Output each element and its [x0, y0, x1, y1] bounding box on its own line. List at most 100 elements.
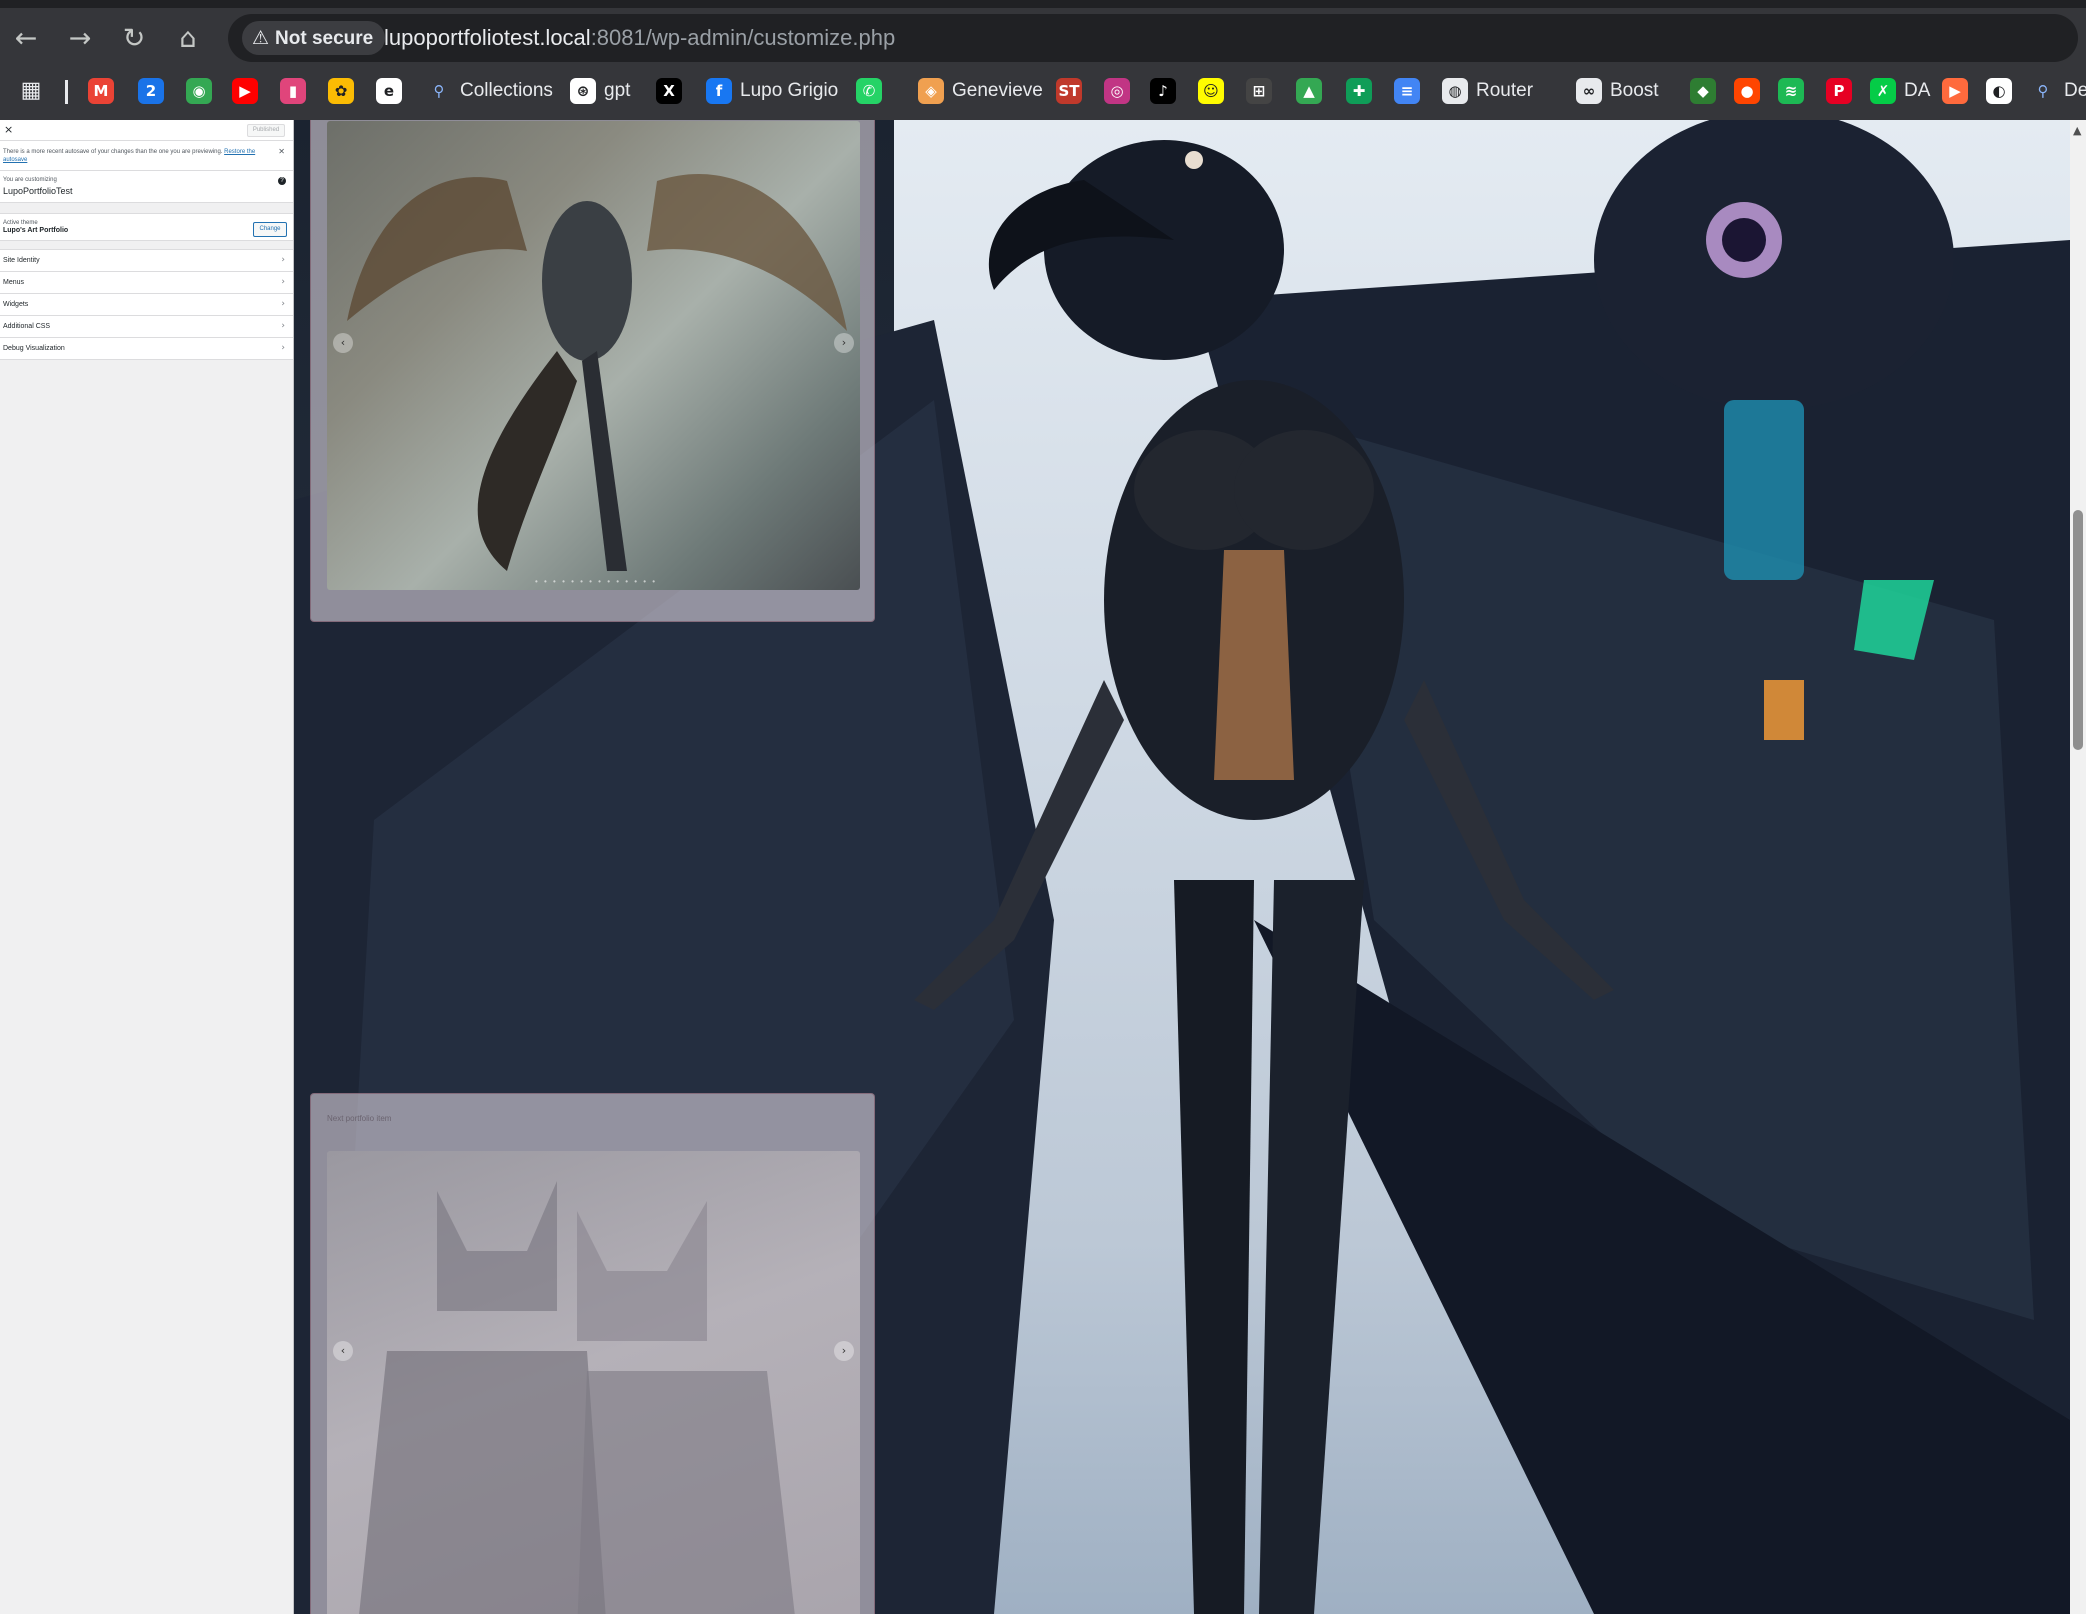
chevron-right-icon: ›	[281, 277, 285, 287]
calendar-icon: 2	[138, 78, 164, 104]
sheets-icon: ✚	[1346, 78, 1372, 104]
photos-icon: ✿	[328, 78, 354, 104]
bookmark-ai[interactable]: ⊞	[1246, 74, 1272, 108]
warning-icon: ⚠	[252, 27, 270, 49]
bookmark-router[interactable]: ◍ Router	[1442, 74, 1533, 108]
bookmark-boost[interactable]: ∞ Boost	[1576, 74, 1659, 108]
help-icon[interactable]: ?	[278, 177, 286, 185]
second-bird-head	[1594, 120, 1954, 410]
back-button[interactable]: ←	[8, 21, 44, 57]
bookmark-collections[interactable]: ⚲ Collections	[426, 74, 553, 108]
bookmark-pinterest[interactable]: P	[1826, 74, 1852, 108]
portfolio-image-cats[interactable]: ‹ ›	[327, 1151, 860, 1614]
bookmark-des[interactable]: ⚲ Des	[2030, 74, 2086, 108]
site-preview[interactable]: ‹ › • • • • • • • • • • • • • • Next por…	[294, 120, 2086, 1614]
portfolio-image-creature[interactable]: ‹ › • • • • • • • • • • • • • •	[327, 121, 860, 590]
bookmark-label: Genevieve	[952, 80, 1043, 101]
bookmark-instagram[interactable]: ◎	[1104, 74, 1130, 108]
dismiss-icon[interactable]: ✕	[278, 148, 285, 156]
preview-scrollbar[interactable]	[2070, 120, 2086, 1614]
cats-artwork	[359, 1181, 795, 1614]
scrollbar-thumb[interactable]	[2073, 510, 2083, 750]
change-theme-button[interactable]: Change	[253, 222, 287, 237]
boost-icon: ∞	[1576, 78, 1602, 104]
next-item-label: Next portfolio item	[327, 1114, 392, 1123]
forward-button[interactable]: →	[62, 21, 98, 57]
bookmark-da[interactable]: ✗ DA	[1870, 74, 1930, 108]
section-additional-css[interactable]: Additional CSS ›	[0, 316, 293, 338]
globe-icon: ◍	[1442, 78, 1468, 104]
theme-name: Lupo's Art Portfolio	[3, 227, 69, 234]
bookmark-snapchat[interactable]: ☺	[1198, 74, 1224, 108]
bookmark-app[interactable]: ▮	[280, 74, 306, 108]
bookmark-label: Router	[1476, 80, 1534, 101]
bookmark-edge[interactable]: e	[376, 74, 402, 108]
url-text[interactable]: lupoportfoliotest.local:8081/wp-admin/cu…	[384, 24, 895, 52]
bookmark-label: Collections	[460, 80, 553, 101]
site-name: LupoPortfolioTest	[3, 186, 73, 196]
creature-tail	[477, 351, 577, 571]
search-icon: ⚲	[433, 82, 445, 100]
spotify-icon: ≋	[1778, 78, 1804, 104]
powerpoint-icon: ▶	[1942, 78, 1968, 104]
section-site-identity[interactable]: Site Identity ›	[0, 250, 293, 272]
section-debug-visualization[interactable]: Debug Visualization ›	[0, 338, 293, 360]
bookmark-maps[interactable]: ◉	[186, 74, 212, 108]
creature-body	[542, 201, 632, 361]
bookmark-photos[interactable]: ✿	[328, 74, 354, 108]
bookmark-gmail[interactable]: M	[88, 74, 114, 108]
prev-arrow-icon-next[interactable]: ‹	[333, 1341, 353, 1361]
section-label: Additional CSS	[3, 323, 51, 330]
section-menus[interactable]: Menus ›	[0, 272, 293, 294]
bookmark-x[interactable]: X	[656, 74, 682, 108]
bookmark-genevieve[interactable]: ◈ Genevieve	[918, 74, 1043, 108]
bookmark-drive[interactable]: ▲	[1296, 74, 1322, 108]
active-theme-panel: Active theme Lupo's Art Portfolio Change	[0, 213, 293, 241]
youtube-icon: ▶	[232, 78, 258, 104]
bookmark-label: Des	[2064, 80, 2086, 101]
bookmark-map[interactable]: ◆	[1690, 74, 1716, 108]
prev-arrow-icon[interactable]: ‹	[333, 333, 353, 353]
bookmark-label: Boost	[1610, 80, 1659, 101]
customizer-header: × Published	[0, 120, 293, 141]
bookmark-whatsapp[interactable]: ✆	[856, 74, 882, 108]
bookmark-label: gpt	[604, 80, 631, 101]
carousel-dots[interactable]: • • • • • • • • • • • • • •	[535, 577, 657, 586]
bookmark-lupo-grigio[interactable]: f Lupo Grigio	[706, 74, 838, 108]
bookmark-calendar[interactable]: 2	[138, 74, 164, 108]
next-arrow-icon-next[interactable]: ›	[834, 1341, 854, 1361]
next-arrow-icon[interactable]: ›	[834, 333, 854, 353]
bookmark-tiktok[interactable]: ♪	[1150, 74, 1176, 108]
right-leg	[1259, 880, 1364, 1614]
close-icon[interactable]: ×	[4, 123, 13, 136]
bookmark-youtube[interactable]: ▶	[232, 74, 258, 108]
raven-eye	[1185, 151, 1203, 169]
publish-button[interactable]: Published	[247, 124, 285, 137]
home-button[interactable]: ⌂	[170, 21, 206, 57]
bookmark-gpt[interactable]: ⊛ gpt	[570, 74, 630, 108]
portfolio-card-current: ‹ › • • • • • • • • • • • • • •	[310, 120, 875, 622]
section-widgets[interactable]: Widgets ›	[0, 294, 293, 316]
address-bar[interactable]: ⚠ Not secure lupoportfoliotest.local:8081…	[228, 14, 2078, 62]
autosave-text: There is a more recent autosave of your …	[3, 149, 223, 155]
bookmark-docs[interactable]: ≡	[1394, 74, 1420, 108]
reddit-icon: ●	[1734, 78, 1760, 104]
bookmark-github[interactable]: ◐	[1986, 74, 2012, 108]
bookmark-apps-grid[interactable]: ▦	[18, 74, 44, 108]
chevron-right-icon: ›	[281, 343, 285, 353]
snapchat-icon: ☺	[1198, 78, 1224, 104]
bookmark-reddit[interactable]: ●	[1734, 74, 1760, 108]
chevron-right-icon: ›	[281, 299, 285, 309]
bookmark-sheets[interactable]: ✚	[1346, 74, 1372, 108]
url-path: :8081/wp-admin/customize.php	[590, 25, 896, 50]
scroll-up-icon[interactable]: ▲	[2073, 124, 2081, 137]
portfolio-card-next: Next portfolio item ‹ ›	[310, 1093, 875, 1614]
bookmark-st[interactable]: ST	[1056, 74, 1082, 108]
left-leg	[1174, 880, 1254, 1614]
docs-icon: ≡	[1394, 78, 1420, 104]
bookmark-powerpoint[interactable]: ▶	[1942, 74, 1968, 108]
site-security-chip[interactable]: ⚠ Not secure	[242, 21, 386, 55]
bookmark-spotify[interactable]: ≋	[1778, 74, 1804, 108]
reload-button[interactable]: ↻	[116, 21, 152, 57]
raven-head	[1044, 140, 1284, 360]
